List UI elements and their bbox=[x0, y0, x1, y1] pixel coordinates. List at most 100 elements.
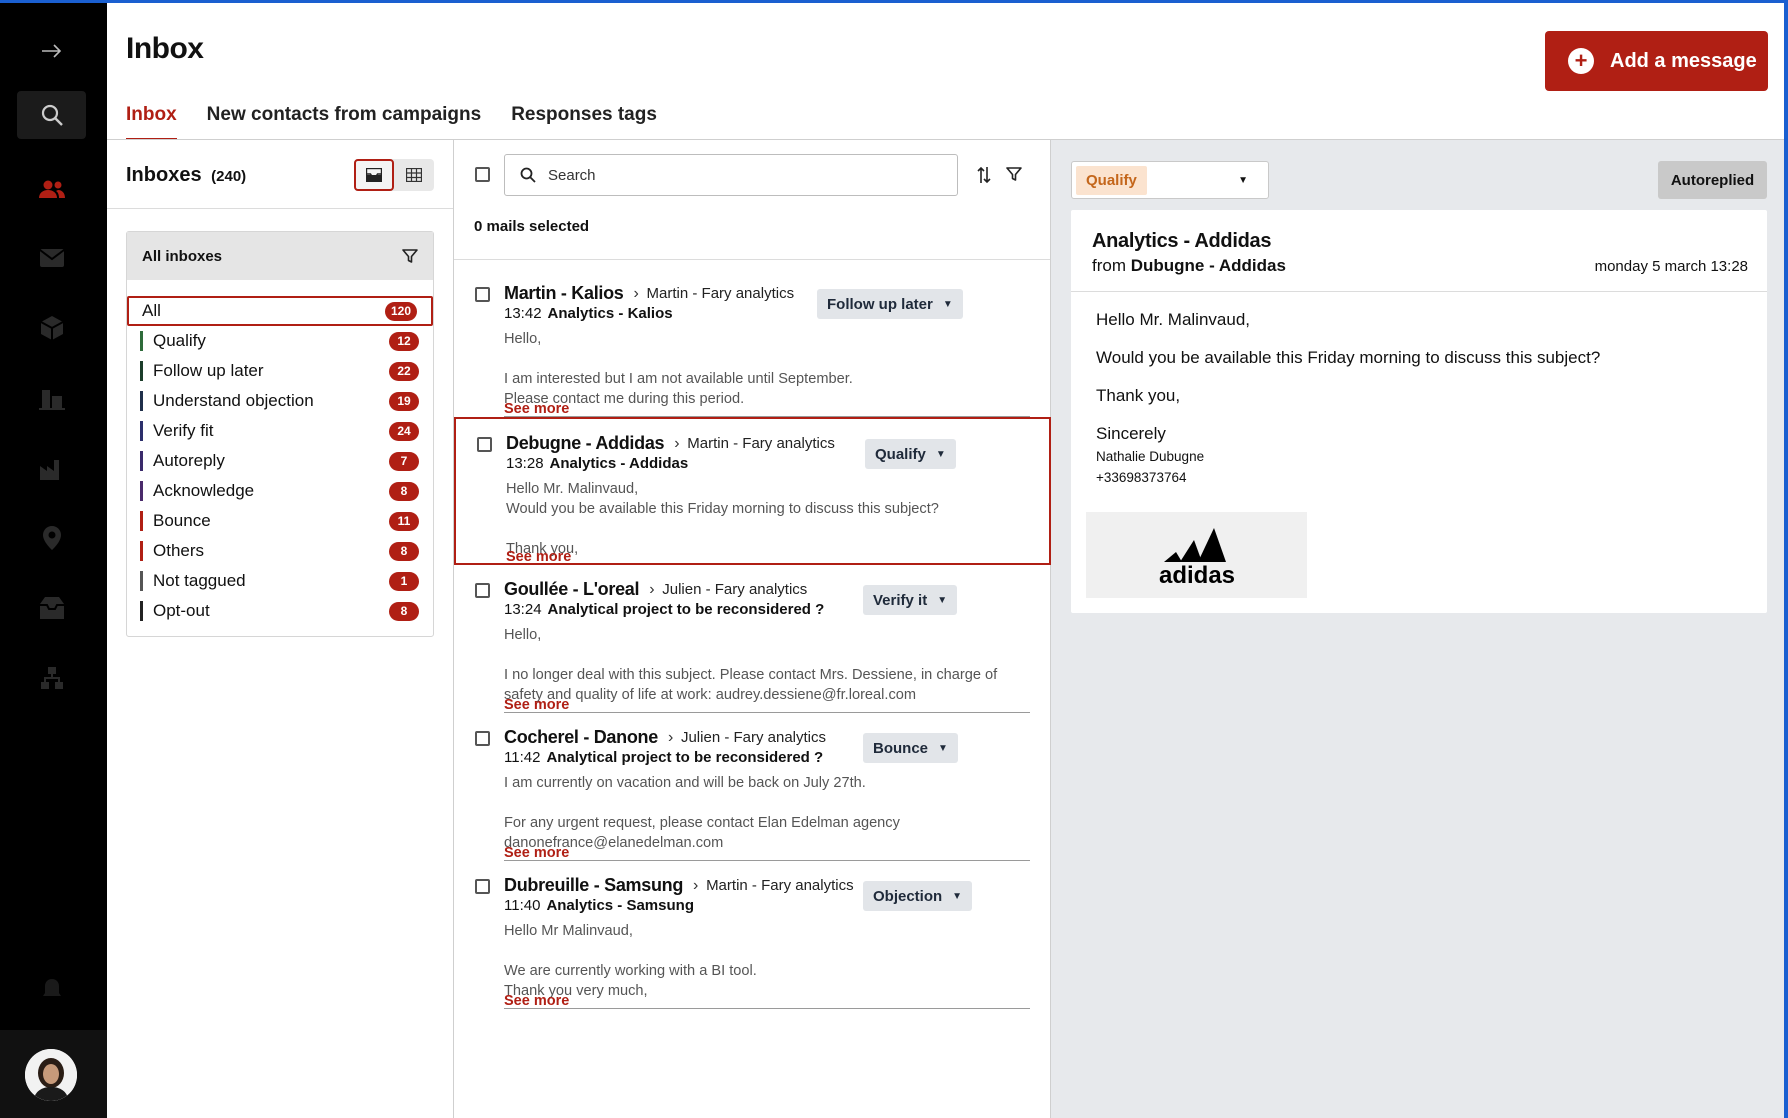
mail-tag-dropdown[interactable]: Verify it ▼ bbox=[863, 585, 958, 615]
search-input[interactable]: Search bbox=[504, 154, 958, 196]
all-inboxes-header[interactable]: All inboxes bbox=[127, 232, 433, 280]
mail-item[interactable]: Goullée - L'oreal › Julien - Fary analytic… bbox=[454, 565, 1050, 713]
mail-item[interactable]: Cocherel - Danone › Julien - Fary analytic… bbox=[454, 713, 1050, 861]
inbox-view-button[interactable] bbox=[354, 159, 394, 191]
mail-tag-label: Bounce bbox=[873, 739, 929, 757]
mail-preview-line bbox=[504, 645, 1024, 665]
inbox-item[interactable]: Qualify 12 bbox=[127, 326, 433, 356]
mail-sender: Martin - Kalios › Martin - Fary analytics bbox=[504, 283, 794, 304]
mail-preview-line bbox=[506, 519, 1026, 539]
chevron-down-icon: ▼ bbox=[935, 448, 946, 460]
tag-select[interactable]: Qualify ▼ bbox=[1071, 161, 1269, 199]
chevron-right-icon: › bbox=[674, 434, 680, 452]
filter-icon[interactable] bbox=[1006, 166, 1022, 182]
bell-icon[interactable] bbox=[17, 966, 86, 1014]
mail-tag-dropdown[interactable]: Follow up later ▼ bbox=[817, 289, 963, 319]
inbox-item[interactable]: Others 8 bbox=[127, 536, 433, 566]
status-badge[interactable]: Autoreplied bbox=[1658, 161, 1767, 199]
table-view-button[interactable] bbox=[394, 159, 434, 191]
sort-icon[interactable] bbox=[977, 166, 991, 184]
tag-select-value: Qualify bbox=[1076, 165, 1147, 195]
mail-sender: Cocherel - Danone › Julien - Fary analytic… bbox=[504, 727, 826, 748]
expand-nav-icon[interactable] bbox=[17, 27, 86, 75]
see-more-link[interactable]: See more bbox=[504, 697, 569, 713]
see-more-link[interactable]: See more bbox=[506, 549, 571, 565]
inbox-item[interactable]: Understand objection 19 bbox=[127, 386, 433, 416]
select-all-checkbox[interactable] bbox=[475, 167, 490, 182]
search-icon[interactable] bbox=[17, 91, 86, 139]
message-from: from Dubugne - Addidas bbox=[1092, 256, 1286, 276]
buildings-icon[interactable] bbox=[17, 374, 86, 422]
inbox-color-bar bbox=[140, 391, 143, 411]
mail-item[interactable]: Debugne - Addidas › Martin - Fary analytic… bbox=[454, 417, 1051, 565]
mail-preview-line: Hello, bbox=[504, 331, 542, 347]
mail-checkbox[interactable] bbox=[475, 583, 490, 598]
inbox-item[interactable]: All 120 bbox=[127, 296, 433, 326]
inbox-item[interactable]: Opt-out 8 bbox=[127, 596, 433, 626]
inbox-count-badge: 8 bbox=[389, 601, 419, 621]
mail-tag-dropdown[interactable]: Qualify ▼ bbox=[865, 439, 956, 469]
inbox-name: Qualify bbox=[153, 331, 206, 350]
location-pin-icon[interactable] bbox=[17, 514, 86, 562]
tab-new-contacts[interactable]: New contacts from campaigns bbox=[207, 104, 482, 141]
view-toggle bbox=[354, 159, 434, 191]
inbox-item-label: Understand objection bbox=[140, 391, 314, 411]
window-right-border bbox=[1784, 0, 1788, 1118]
see-more-link[interactable]: See more bbox=[504, 993, 569, 1009]
mail-preview-line: Please contact me during this period. bbox=[504, 391, 745, 407]
mail-meta: 11:40 Analytics - Samsung bbox=[504, 897, 694, 914]
inbox-name: Others bbox=[153, 541, 205, 560]
message-divider bbox=[1071, 291, 1767, 292]
company-logo: adidas bbox=[1086, 512, 1307, 598]
logo-wordmark: adidas bbox=[1158, 562, 1234, 589]
contacts-icon[interactable] bbox=[17, 165, 86, 213]
mail-tag-label: Qualify bbox=[875, 445, 926, 463]
inbox-name: Not taggued bbox=[153, 571, 246, 590]
inbox-name: Acknowledge bbox=[153, 481, 255, 500]
package-icon[interactable] bbox=[17, 304, 86, 352]
mail-checkbox[interactable] bbox=[475, 879, 490, 894]
page-title: Inbox bbox=[126, 32, 204, 65]
mail-icon[interactable] bbox=[17, 234, 86, 282]
from-name: Dubugne - Addidas bbox=[1130, 256, 1286, 275]
inbox-item-label: Not taggued bbox=[140, 571, 246, 591]
tab-inbox[interactable]: Inbox bbox=[126, 104, 177, 141]
see-more-link[interactable]: See more bbox=[504, 845, 569, 861]
org-chart-icon[interactable] bbox=[17, 654, 86, 702]
see-more-link[interactable]: See more bbox=[504, 401, 569, 417]
inbox-count-badge: 24 bbox=[389, 421, 419, 441]
mail-checkbox[interactable] bbox=[475, 287, 490, 302]
message-closing: Sincerely bbox=[1096, 424, 1166, 443]
mail-item[interactable]: Dubreuille - Samsung › Martin - Fary analy… bbox=[454, 861, 1050, 1009]
inbox-tray-icon[interactable] bbox=[17, 584, 86, 632]
mail-time: 13:28 bbox=[506, 455, 544, 472]
mail-subject: Analytical project to be reconsidered ? bbox=[547, 601, 825, 618]
mail-time: 11:40 bbox=[504, 897, 541, 914]
mail-item[interactable]: Martin - Kalios › Martin - Fary analytics 1… bbox=[454, 269, 1050, 417]
add-message-button[interactable]: + Add a message bbox=[1545, 31, 1768, 91]
sender-name: Cocherel - Danone bbox=[504, 727, 658, 747]
inbox-item[interactable]: Follow up later 22 bbox=[127, 356, 433, 386]
inbox-item[interactable]: Not taggued 1 bbox=[127, 566, 433, 596]
mail-checkbox[interactable] bbox=[475, 731, 490, 746]
inbox-name: Verify fit bbox=[153, 421, 214, 440]
inbox-item[interactable]: Verify fit 24 bbox=[127, 416, 433, 446]
mail-tag-dropdown[interactable]: Objection ▼ bbox=[863, 881, 973, 911]
inbox-item[interactable]: Bounce 11 bbox=[127, 506, 433, 536]
mail-preview: Hello, I no longer deal with this subject… bbox=[504, 625, 1024, 705]
tab-responses-tags[interactable]: Responses tags bbox=[511, 104, 657, 141]
user-avatar[interactable] bbox=[25, 1049, 77, 1101]
mail-time: 13:24 bbox=[504, 601, 542, 618]
mail-checkbox[interactable] bbox=[477, 437, 492, 452]
chevron-right-icon: › bbox=[633, 284, 639, 302]
inbox-name: Follow up later bbox=[153, 361, 264, 380]
inbox-item[interactable]: Acknowledge 8 bbox=[127, 476, 433, 506]
factory-icon[interactable] bbox=[17, 444, 86, 492]
inbox-item[interactable]: Autoreply 7 bbox=[127, 446, 433, 476]
mail-tag-dropdown[interactable]: Bounce ▼ bbox=[863, 733, 958, 763]
inbox-item-label: All bbox=[142, 301, 161, 321]
mail-detail-panel: Qualify ▼ Autoreplied Analytics - Addida… bbox=[1051, 140, 1784, 1118]
mail-preview-line: Would you be available this Friday morni… bbox=[506, 501, 939, 517]
tab-bar: Inbox New contacts from campaigns Respon… bbox=[126, 104, 687, 141]
signature-name: Nathalie Dubugne bbox=[1096, 449, 1205, 464]
